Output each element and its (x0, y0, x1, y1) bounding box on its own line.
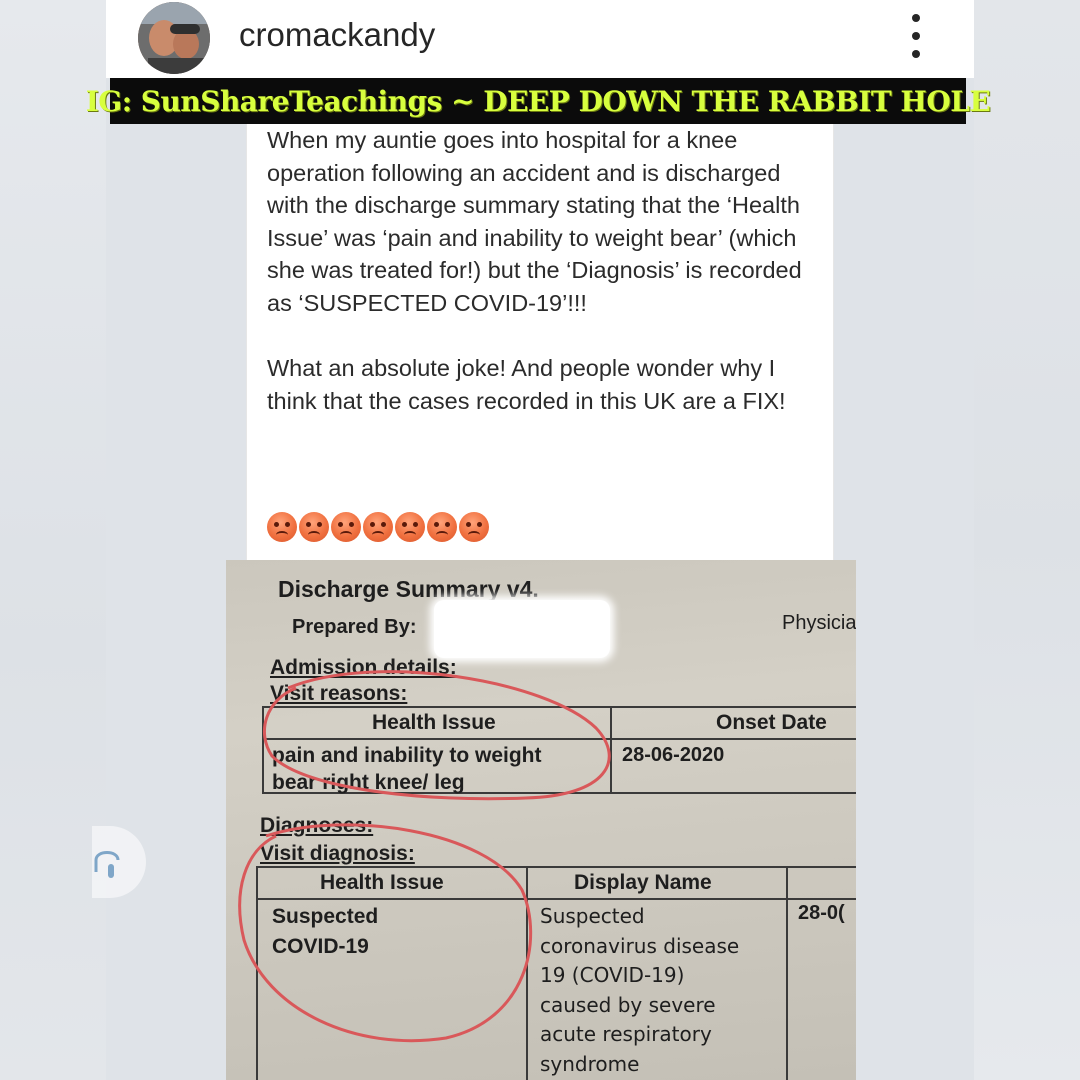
angry-face-icon (299, 512, 329, 542)
visit-reasons-table: Health Issue Onset Date pain and inabili… (262, 706, 856, 794)
diagnoses-heading: Diagnoses: (260, 814, 374, 837)
post-header: cromackandy (106, 0, 974, 78)
table-header: Health Issue (372, 711, 496, 734)
visit-reasons-heading: Visit reasons: (270, 682, 408, 705)
banner-text: IG: SunShareTeachings ~ DEEP DOWN THE RA… (85, 84, 991, 118)
visit-diagnosis-table: Health Issue Display Name Suspected COVI… (256, 866, 856, 1080)
table-header: Display Name (574, 871, 712, 894)
angry-face-icon (395, 512, 425, 542)
physician-label: Physicia (782, 612, 856, 634)
post-text-card: When my auntie goes into hospital for a … (246, 124, 834, 562)
angry-face-icon (331, 512, 361, 542)
table-header: Onset Date (716, 711, 827, 734)
angry-face-icon (363, 512, 393, 542)
post-paragraph-1: When my auntie goes into hospital for a … (267, 127, 809, 316)
watermark-banner: IG: SunShareTeachings ~ DEEP DOWN THE RA… (86, 78, 991, 124)
document-title: Discharge Summary v4. (278, 576, 539, 602)
table-cell: 28-0( (798, 902, 845, 924)
admission-heading: Admission details: (270, 656, 457, 679)
username[interactable]: cromackandy (239, 16, 435, 54)
angry-face-icon (459, 512, 489, 542)
background-right (974, 0, 1080, 1080)
discharge-summary-photo: Discharge Summary v4. Prepared By: Physi… (226, 560, 856, 1080)
angry-face-icon (427, 512, 457, 542)
redaction-blur (434, 600, 610, 658)
post-paragraph-2: What an absolute joke! And people wonder… (267, 355, 786, 414)
headphones-icon[interactable] (92, 826, 146, 898)
angry-face-icon (267, 512, 297, 542)
table-cell: pain and inability to weight bear right … (272, 744, 542, 794)
emoji-row (267, 512, 489, 542)
background-left (0, 0, 106, 1080)
avatar[interactable] (138, 2, 210, 74)
post-body: When my auntie goes into hospital for a … (267, 124, 822, 417)
more-options-icon[interactable] (906, 14, 926, 58)
table-cell: Suspected coronavirus disease 19 (COVID-… (540, 904, 740, 1076)
prepared-by-label: Prepared By: (292, 616, 417, 638)
table-cell: Suspected COVID-19 (272, 905, 379, 958)
table-cell: 28-06-2020 (622, 744, 725, 766)
table-header: Health Issue (320, 871, 444, 894)
visit-diagnosis-heading: Visit diagnosis: (260, 842, 415, 865)
